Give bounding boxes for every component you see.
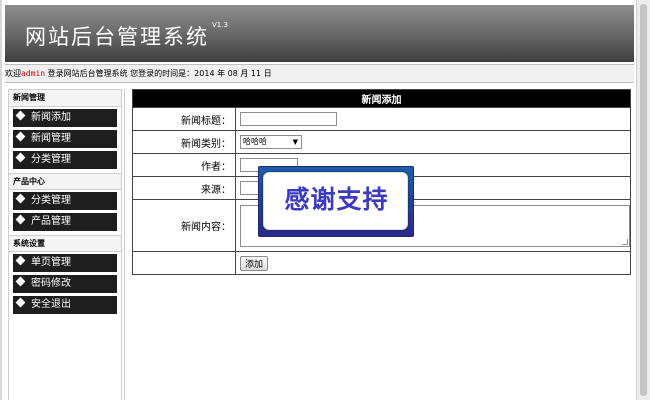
sidebar-item-product-categories[interactable]: 分类管理 <box>13 192 117 210</box>
add-news-button[interactable]: 添加 <box>240 255 269 271</box>
category-selected-value: 哈哈哈 <box>243 137 267 146</box>
welcome-message: 登录网站后台管理系统 您登录的时间是：2014 年 08 月 11 日 <box>45 69 272 78</box>
sidebar-item-label: 新闻管理 <box>31 133 71 144</box>
sidebar-item-label: 分类管理 <box>31 154 71 165</box>
current-username: admin <box>21 69 46 78</box>
source-label: 来源： <box>132 176 236 200</box>
sidebar-item-label: 产品管理 <box>31 216 71 227</box>
news-title-input[interactable] <box>240 112 337 126</box>
diamond-bullet-icon <box>15 255 26 266</box>
sidebar-settings-menu: 单页管理 密码修改 安全退出 <box>9 252 121 318</box>
diamond-bullet-icon <box>15 110 26 121</box>
sidebar: 新闻管理 新闻添加 新闻管理 分类管理 产品中心 分类管理 产品管理 系统设置 … <box>8 89 122 400</box>
vertical-scrollbar[interactable] <box>636 0 650 400</box>
sidebar-item-add-news[interactable]: 新闻添加 <box>13 109 117 127</box>
diamond-bullet-icon <box>15 214 26 225</box>
scrollbar-thumb[interactable] <box>640 4 647 396</box>
resize-grip-icon[interactable] <box>622 238 628 245</box>
welcome-prefix: 欢迎 <box>5 69 21 78</box>
app-version: V1.3 <box>212 21 228 29</box>
sidebar-item-pages[interactable]: 单页管理 <box>13 254 117 272</box>
news-title-cell <box>235 107 631 131</box>
diamond-bullet-icon <box>15 193 26 204</box>
news-title-label: 新闻标题： <box>132 107 236 131</box>
sidebar-item-label: 安全退出 <box>31 299 71 310</box>
app-title: 网站后台管理系统 <box>25 25 209 49</box>
diamond-bullet-icon <box>15 297 26 308</box>
form-row-news-title: 新闻标题： <box>132 107 631 131</box>
sidebar-group-news: 新闻管理 <box>9 90 121 107</box>
sidebar-group-products: 产品中心 <box>9 173 121 190</box>
sidebar-group-settings: 系统设置 <box>9 235 121 252</box>
sidebar-item-label: 单页管理 <box>31 257 71 268</box>
sidebar-item-manage-news[interactable]: 新闻管理 <box>13 130 117 148</box>
welcome-bar: 欢迎admin 登录网站后台管理系统 您登录的时间是：2014 年 08 月 1… <box>5 64 634 83</box>
diamond-bullet-icon <box>15 131 26 142</box>
form-row-submit: 添加 <box>132 251 631 275</box>
category-select[interactable]: 哈哈哈 ▼ <box>240 135 302 149</box>
sidebar-item-label: 密码修改 <box>31 278 71 289</box>
thanks-text: 感谢支持 <box>284 185 389 214</box>
author-label: 作者： <box>132 153 236 177</box>
sidebar-item-news-categories[interactable]: 分类管理 <box>13 151 117 169</box>
sidebar-item-label: 新闻添加 <box>31 112 71 123</box>
category-label: 新闻类别： <box>132 130 236 154</box>
sidebar-item-change-password[interactable]: 密码修改 <box>13 275 117 293</box>
sidebar-item-logout[interactable]: 安全退出 <box>13 296 117 314</box>
sidebar-item-label: 分类管理 <box>31 195 71 206</box>
sidebar-news-menu: 新闻添加 新闻管理 分类管理 <box>9 107 121 173</box>
form-row-category: 新闻类别： 哈哈哈 ▼ <box>132 130 631 154</box>
sidebar-item-manage-products[interactable]: 产品管理 <box>13 213 117 231</box>
submit-cell: 添加 <box>235 251 631 275</box>
diamond-bullet-icon <box>15 152 26 163</box>
form-title: 新闻添加 <box>132 89 631 108</box>
diamond-bullet-icon <box>15 276 26 287</box>
content-label: 新闻内容： <box>132 199 236 252</box>
dropdown-caret-icon: ▼ <box>292 138 298 146</box>
sidebar-products-menu: 分类管理 产品管理 <box>9 190 121 235</box>
thanks-overlay-badge: 感谢支持 <box>258 166 414 237</box>
submit-label-cell <box>132 251 236 275</box>
thanks-overlay-panel: 感谢支持 <box>263 172 408 230</box>
form-title-row: 新闻添加 <box>132 89 631 108</box>
category-cell: 哈哈哈 ▼ <box>235 130 631 154</box>
admin-header: 网站后台管理系统 V1.3 <box>5 5 634 62</box>
sidebar-divider <box>124 89 126 400</box>
